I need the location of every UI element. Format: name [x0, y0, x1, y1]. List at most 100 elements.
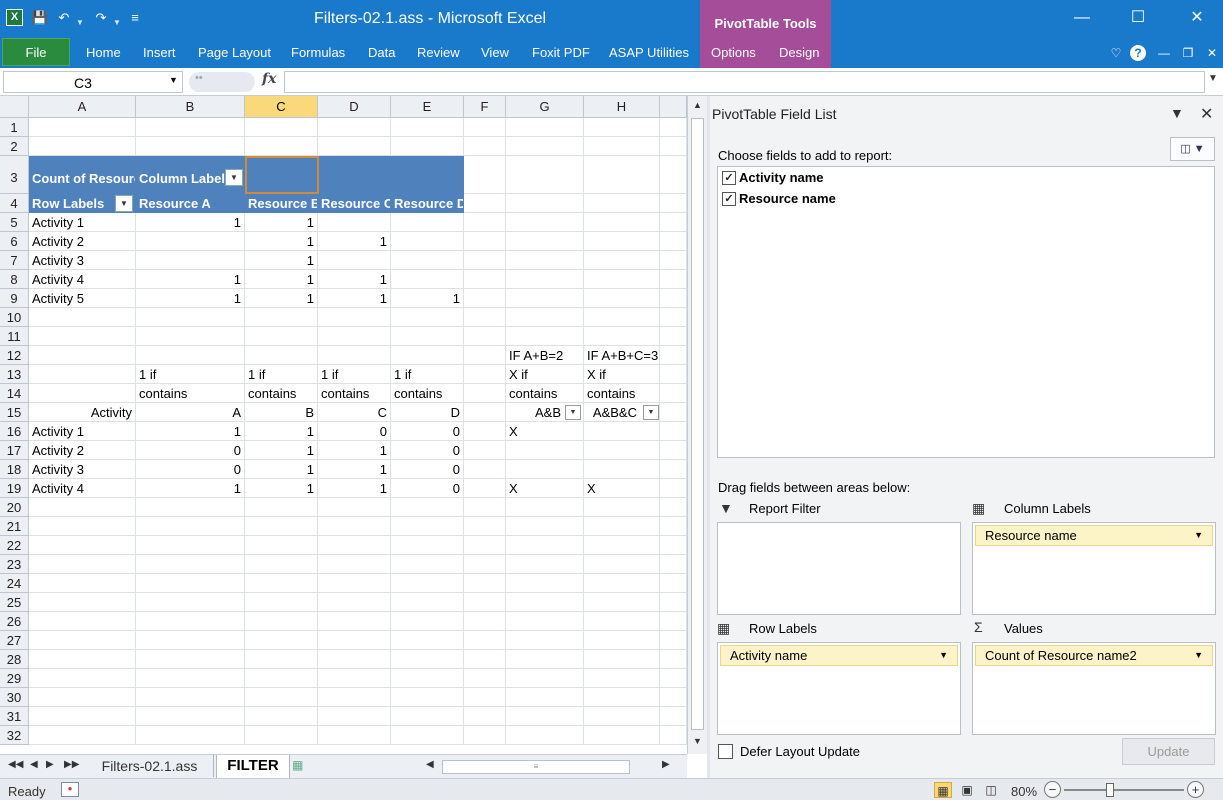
cell-g7[interactable]: [506, 251, 584, 270]
zoom-out-icon[interactable]: −: [1044, 781, 1061, 798]
cell-e25[interactable]: [391, 593, 464, 612]
values-area[interactable]: Count of Resource name2 ▼: [972, 642, 1216, 735]
cell-i20[interactable]: [660, 498, 687, 517]
last-sheet-icon[interactable]: ▶▶: [64, 759, 79, 770]
cell-c25[interactable]: [245, 593, 318, 612]
cell-c1[interactable]: [245, 118, 318, 137]
cell-h13[interactable]: X if: [584, 365, 660, 384]
cell-e5[interactable]: [391, 213, 464, 232]
cell-e22[interactable]: [391, 536, 464, 555]
cell-c6[interactable]: 1: [245, 232, 318, 251]
cell-b23[interactable]: [136, 555, 245, 574]
field-list-layout-button[interactable]: ◫ ▼: [1170, 137, 1215, 161]
cell-h24[interactable]: [584, 574, 660, 593]
cell-f17[interactable]: [464, 441, 506, 460]
cell-c32[interactable]: [245, 726, 318, 745]
cell-i6[interactable]: [660, 232, 687, 251]
row-labels-filter-dropdown-icon[interactable]: ▼: [115, 195, 133, 212]
cell-f7[interactable]: [464, 251, 506, 270]
cell-e6[interactable]: [391, 232, 464, 251]
cell-i1[interactable]: [660, 118, 687, 137]
cell-i14[interactable]: [660, 384, 687, 403]
row-header-21[interactable]: 21: [0, 517, 29, 536]
cell-b28[interactable]: [136, 650, 245, 669]
cell-e17[interactable]: 0: [391, 441, 464, 460]
cell-h26[interactable]: [584, 612, 660, 631]
cell-i21[interactable]: [660, 517, 687, 536]
tab-design[interactable]: Design: [779, 45, 819, 60]
cell-d21[interactable]: [318, 517, 391, 536]
cell-c16[interactable]: 1: [245, 422, 318, 441]
cell-i24[interactable]: [660, 574, 687, 593]
tab-asap-utilities[interactable]: ASAP Utilities: [609, 45, 689, 60]
macro-record-icon[interactable]: ●: [61, 782, 79, 797]
cell-a19[interactable]: Activity 4: [29, 479, 136, 498]
cell-a24[interactable]: [29, 574, 136, 593]
cell-i8[interactable]: [660, 270, 687, 289]
cell-a16[interactable]: Activity 1: [29, 422, 136, 441]
cell-h27[interactable]: [584, 631, 660, 650]
cell-f29[interactable]: [464, 669, 506, 688]
cell-g10[interactable]: [506, 308, 584, 327]
insert-function-icon[interactable]: fx: [262, 71, 276, 87]
cell-g25[interactable]: [506, 593, 584, 612]
cell-d5[interactable]: [318, 213, 391, 232]
cell-h23[interactable]: [584, 555, 660, 574]
cell-e11[interactable]: [391, 327, 464, 346]
cell-a27[interactable]: [29, 631, 136, 650]
cell-a32[interactable]: [29, 726, 136, 745]
cell-b15[interactable]: A: [136, 403, 245, 422]
checkbox-resource-name[interactable]: ✓: [722, 192, 736, 206]
row-header-10[interactable]: 10: [0, 308, 29, 327]
cell-i2[interactable]: [660, 137, 687, 156]
cell-i30[interactable]: [660, 688, 687, 707]
area-field-count-of-resource-name2[interactable]: Count of Resource name2 ▼: [975, 645, 1213, 666]
cell-e8[interactable]: [391, 270, 464, 289]
cell-c31[interactable]: [245, 707, 318, 726]
horizontal-scroll-thumb[interactable]: ≡: [442, 760, 630, 774]
checkbox-activity-name[interactable]: ✓: [722, 171, 736, 185]
cell-c4[interactable]: Resource B: [245, 194, 318, 213]
row-header-3[interactable]: 3: [0, 156, 29, 194]
cell-f5[interactable]: [464, 213, 506, 232]
cell-h32[interactable]: [584, 726, 660, 745]
undo-icon[interactable]: ↶: [55, 9, 73, 27]
cell-d26[interactable]: [318, 612, 391, 631]
cell-i3[interactable]: [660, 156, 687, 194]
cell-a31[interactable]: [29, 707, 136, 726]
cell-c30[interactable]: [245, 688, 318, 707]
cell-e28[interactable]: [391, 650, 464, 669]
cell-f1[interactable]: [464, 118, 506, 137]
cell-a5[interactable]: Activity 1: [29, 213, 136, 232]
cell-a12[interactable]: [29, 346, 136, 365]
zoom-in-icon[interactable]: +: [1187, 781, 1204, 798]
page-break-preview-icon[interactable]: ◫: [982, 782, 1000, 798]
row-header-19[interactable]: 19: [0, 479, 29, 498]
cell-i22[interactable]: [660, 536, 687, 555]
cell-f24[interactable]: [464, 574, 506, 593]
cell-d3[interactable]: [318, 156, 391, 194]
cell-g32[interactable]: [506, 726, 584, 745]
cell-h3[interactable]: [584, 156, 660, 194]
cell-d7[interactable]: [318, 251, 391, 270]
cell-b20[interactable]: [136, 498, 245, 517]
close-icon[interactable]: ✕: [1183, 6, 1211, 30]
cell-e4[interactable]: Resource D: [391, 194, 464, 213]
cell-e31[interactable]: [391, 707, 464, 726]
cell-f32[interactable]: [464, 726, 506, 745]
cell-f18[interactable]: [464, 460, 506, 479]
tab-page-layout[interactable]: Page Layout: [198, 45, 271, 60]
cell-c19[interactable]: 1: [245, 479, 318, 498]
cell-f9[interactable]: [464, 289, 506, 308]
cell-e12[interactable]: [391, 346, 464, 365]
scroll-left-icon[interactable]: ◀: [426, 759, 434, 770]
first-sheet-icon[interactable]: ◀◀: [8, 759, 23, 770]
field-item-activity-name[interactable]: ✓ Activity name: [720, 168, 824, 188]
cell-g9[interactable]: [506, 289, 584, 308]
cell-i4[interactable]: [660, 194, 687, 213]
cell-h11[interactable]: [584, 327, 660, 346]
cell-d16[interactable]: 0: [318, 422, 391, 441]
tab-home[interactable]: Home: [86, 45, 121, 60]
cell-c26[interactable]: [245, 612, 318, 631]
cell-d30[interactable]: [318, 688, 391, 707]
